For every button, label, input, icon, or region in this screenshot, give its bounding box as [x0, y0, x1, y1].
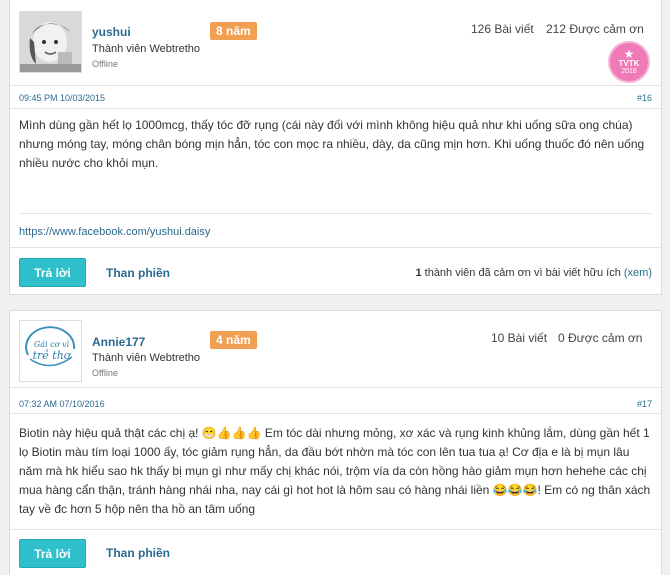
- avatar-annie177[interactable]: Gái cơ vì trẻ thơ: [19, 320, 82, 382]
- divider: [10, 247, 661, 248]
- post-count: 126 Bài viết: [471, 22, 534, 36]
- post-17: Gái cơ vì trẻ thơ Annie177 4 năm Thành v…: [9, 310, 662, 575]
- award-line2: 2018: [621, 67, 637, 75]
- award-line1: TVTK: [618, 58, 640, 68]
- reply-button[interactable]: Trả lời: [19, 539, 86, 568]
- thanks-count: 212 Được cảm ơn: [546, 22, 644, 36]
- post-meta: 07:32 AM 07/10/2016 #17: [19, 399, 652, 409]
- thanks-text: thành viên đã cảm ơn vì bài viết hữu ích: [424, 267, 621, 279]
- user-title: Thành viên Webtretho: [92, 43, 201, 55]
- post-timestamp: 07:32 AM 07/10/2016: [19, 399, 105, 409]
- user-status: Offline: [92, 59, 118, 69]
- complain-button[interactable]: Than phiền: [106, 546, 170, 560]
- divider: [10, 108, 661, 109]
- content-part-a: Biotin này hiệu quả thật các chị ạ!: [19, 426, 202, 440]
- divider: [10, 85, 661, 86]
- signature-link[interactable]: https://www.facebook.com/yushui.daisy: [19, 226, 210, 238]
- username[interactable]: Annie177: [92, 335, 145, 349]
- thanks-number: 1: [415, 267, 422, 279]
- membership-years-badge: 8 năm: [210, 22, 257, 40]
- post-number-link[interactable]: #17: [637, 399, 652, 409]
- user-title: Thành viên Webtretho: [92, 352, 201, 364]
- divider: [10, 529, 661, 530]
- award-badge-icon: ★ TVTK 2018: [608, 41, 650, 83]
- divider: [10, 387, 661, 388]
- username[interactable]: yushui: [92, 25, 131, 39]
- post-count: 10 Bài viết: [491, 331, 548, 345]
- grin-thumbs-up-icon: 😁👍👍👍: [201, 426, 262, 440]
- post-content: Mình dùng gần hết lọ 1000mcg, thấy tóc đ…: [19, 118, 645, 170]
- post-16: yushui 8 năm Thành viên Webtretho Offlin…: [9, 0, 662, 295]
- view-thanks-link[interactable]: (xem): [624, 267, 652, 279]
- logo-line2: trẻ thơ: [32, 349, 71, 362]
- thanks-summary: 1 thành viên đã cảm ơn vì bài viết hữu í…: [415, 267, 652, 279]
- complain-button[interactable]: Than phiền: [106, 266, 170, 280]
- child-photo-icon: [20, 12, 81, 72]
- post-number-link[interactable]: #16: [637, 93, 652, 103]
- post-timestamp: 09:45 PM 10/03/2015: [19, 93, 106, 103]
- thanks-count: 0 Được cảm ơn: [558, 331, 643, 345]
- avatar-yushui[interactable]: [19, 11, 82, 73]
- signature-divider: [19, 213, 652, 214]
- laughing-icon: 😂😂😂: [492, 483, 538, 497]
- post-content: Biotin này hiệu quả thật các chị ạ! 😁👍👍👍…: [19, 424, 652, 519]
- user-status: Offline: [92, 368, 118, 378]
- reply-button[interactable]: Trả lời: [19, 258, 86, 287]
- membership-years-badge: 4 năm: [210, 331, 257, 349]
- post-meta: 09:45 PM 10/03/2015 #16: [19, 93, 652, 103]
- divider: [10, 413, 661, 414]
